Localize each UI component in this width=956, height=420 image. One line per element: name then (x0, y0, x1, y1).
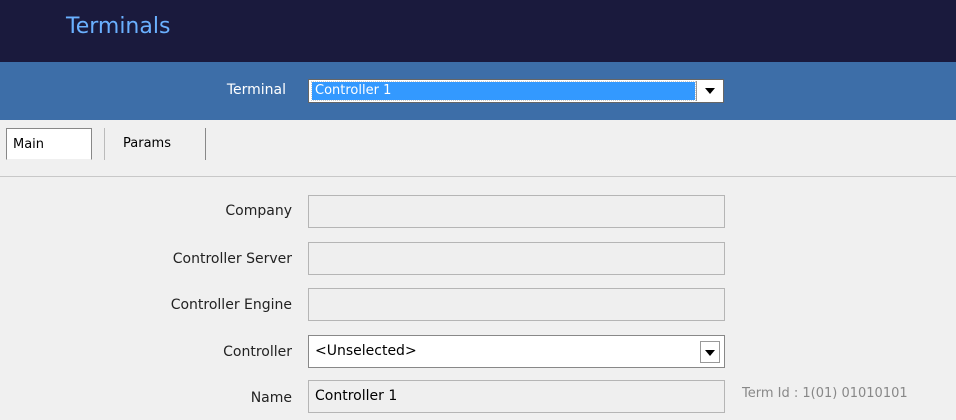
tab-params-label: Params (123, 136, 171, 151)
term-id-text: Term Id : 1(01) 01010101 (742, 386, 908, 401)
controller-dropdown-button[interactable] (700, 341, 720, 363)
name-value: Controller 1 (315, 388, 398, 404)
terminal-label: Terminal (226, 82, 286, 98)
company-field[interactable] (308, 195, 725, 228)
controller-server-field[interactable] (308, 242, 725, 275)
company-label: Company (225, 203, 292, 219)
tab-main-label: Main (13, 137, 45, 152)
controller-select[interactable]: <Unselected> (308, 335, 725, 368)
chevron-down-icon (705, 350, 715, 356)
chevron-down-icon (705, 88, 715, 94)
tab-divider (0, 176, 956, 177)
title-bar: Terminals (0, 0, 956, 62)
terminal-select-value: Controller 1 (311, 81, 696, 101)
page-title: Terminals (66, 14, 171, 39)
name-label: Name (250, 390, 292, 406)
controller-label: Controller (223, 344, 292, 360)
terminal-select[interactable]: Controller 1 (308, 79, 724, 103)
tab-params[interactable]: Params (104, 128, 206, 160)
controller-select-value: <Unselected> (315, 343, 417, 359)
controller-server-label: Controller Server (172, 251, 292, 267)
controller-engine-label: Controller Engine (170, 297, 292, 313)
controller-engine-field[interactable] (308, 288, 725, 321)
name-field[interactable]: Controller 1 (308, 380, 725, 413)
tab-main[interactable]: Main (6, 128, 92, 160)
terminal-dropdown-button[interactable] (696, 81, 722, 101)
